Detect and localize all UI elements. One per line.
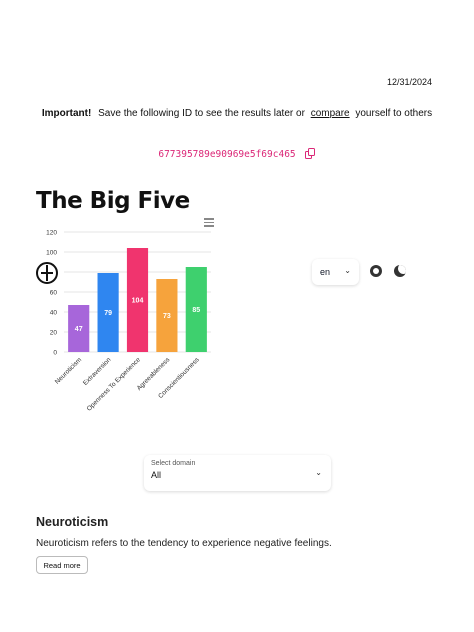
- y-tick-label: 120: [46, 230, 57, 237]
- x-tick-label: Neuroticism: [54, 356, 83, 385]
- page-title: The Big Five: [36, 188, 190, 214]
- result-id: 677395789e90969e5f69c465: [158, 148, 296, 160]
- hamburger-menu-icon[interactable]: [204, 218, 214, 229]
- bar-value-label: 85: [192, 307, 200, 314]
- domain-select-value: All: [151, 470, 162, 480]
- important-text-before: Save the following ID to see the results…: [98, 108, 305, 119]
- moon-icon[interactable]: [394, 265, 406, 277]
- section-title: Neuroticism: [36, 515, 109, 529]
- read-more-button[interactable]: Read more: [36, 556, 88, 574]
- important-label: Important!: [41, 108, 92, 119]
- navbar: en ⌄: [0, 258, 474, 288]
- chevron-down-icon: ⌄: [344, 266, 351, 275]
- bar-value-label: 73: [163, 313, 171, 320]
- domain-select[interactable]: Select domain All ⌄: [144, 455, 331, 491]
- language-select[interactable]: en ⌄: [312, 259, 359, 285]
- result-id-row: 677395789e90969e5f69c465: [0, 148, 474, 160]
- y-tick-label: 60: [50, 290, 58, 297]
- bar-chart-svg: 02040608010012047Neuroticism79Extraversi…: [46, 230, 211, 413]
- y-tick-label: 20: [50, 330, 58, 337]
- brain-icon[interactable]: [36, 262, 58, 284]
- bar-value-label: 79: [104, 310, 112, 317]
- x-tick-label: Extraversion: [82, 356, 113, 387]
- x-tick-label: Openness To Experience: [86, 356, 142, 412]
- result-date: 12/31/2024: [386, 77, 432, 87]
- important-notice: Important! Save the following ID to see …: [0, 108, 474, 119]
- y-tick-label: 40: [50, 310, 58, 317]
- github-icon[interactable]: [370, 265, 382, 277]
- section-description: Neuroticism refers to the tendency to ex…: [36, 538, 332, 549]
- language-value: en: [320, 267, 331, 277]
- important-text-after: yourself to others: [355, 108, 433, 119]
- chevron-down-icon: ⌄: [315, 468, 322, 477]
- compare-link[interactable]: compare: [311, 108, 350, 119]
- y-tick-label: 0: [53, 350, 57, 357]
- y-tick-label: 100: [46, 250, 57, 257]
- bar-value-label: 104: [132, 298, 144, 305]
- domain-select-label: Select domain: [151, 460, 196, 467]
- copy-icon[interactable]: [304, 148, 316, 160]
- big-five-chart: 02040608010012047Neuroticism79Extraversi…: [36, 212, 226, 422]
- bar-value-label: 47: [75, 326, 83, 333]
